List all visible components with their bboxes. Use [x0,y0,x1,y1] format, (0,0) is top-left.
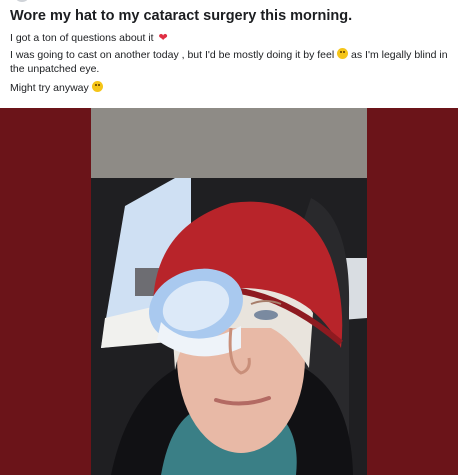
post-text: I got a ton of questions about it [10,32,154,44]
rofl-emoji-icon [337,48,349,59]
post-text: I was going to cast on another today , b… [10,49,335,61]
post-header: Wore my hat to my cataract surgery this … [0,0,458,108]
post-text-line: Might try anyway [10,81,103,95]
heart-emoji-icon: ❤ [158,32,168,44]
post-title: Wore my hat to my cataract surgery this … [10,8,353,24]
thinking-emoji-icon [91,81,103,92]
avatar[interactable] [14,0,30,2]
post-photo[interactable] [91,108,367,475]
post-photo-container[interactable] [0,108,458,475]
selfie-illustration [91,108,367,475]
post-text-line: I got a ton of questions about it ❤ [10,31,168,45]
post-text-line: I was going to cast on another today , b… [10,48,450,76]
post-text: Might try anyway [10,82,89,94]
